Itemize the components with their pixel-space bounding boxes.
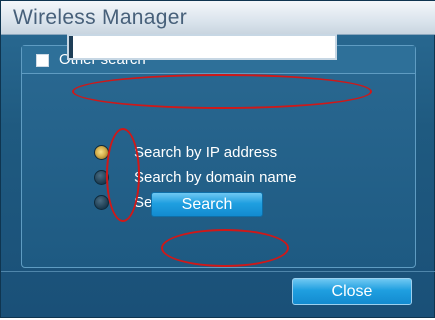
radio-ip-address-label: Search by IP address <box>134 143 278 161</box>
radio-id[interactable] <box>94 194 109 210</box>
search-input[interactable] <box>67 34 337 60</box>
radio-domain-name-label: Search by domain name <box>134 168 297 186</box>
radio-domain-name[interactable] <box>94 169 109 185</box>
radio-option-ip[interactable]: Search by IP address <box>94 139 277 165</box>
radio-option-domain[interactable]: Search by domain name <box>94 164 297 190</box>
window-title: Wireless Manager <box>13 6 188 29</box>
radio-option-id[interactable]: Search by ID <box>94 189 221 215</box>
title-bar: Wireless Manager <box>1 1 435 35</box>
other-search-checkbox[interactable] <box>36 54 49 67</box>
radio-ip-address[interactable] <box>94 144 109 160</box>
close-button[interactable]: Close <box>292 278 412 305</box>
wireless-manager-window: Wireless Manager Other search Search by … <box>0 0 435 318</box>
search-button[interactable]: Search <box>151 192 263 217</box>
